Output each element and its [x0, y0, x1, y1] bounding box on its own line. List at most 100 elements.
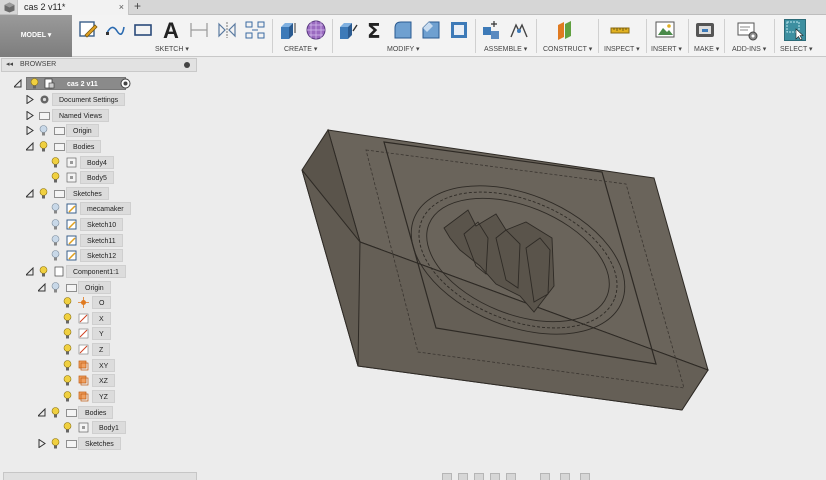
fillet-icon[interactable] — [392, 19, 414, 41]
app-cube-icon[interactable] — [4, 2, 15, 13]
create-sketch-icon[interactable] — [77, 19, 99, 41]
tree-node-origin[interactable]: Origin — [26, 124, 116, 137]
comments-panel-header[interactable] — [3, 472, 197, 480]
visibility-bulb-icon[interactable] — [63, 313, 72, 324]
visibility-bulb-icon[interactable] — [63, 422, 72, 433]
expanded-triangle-icon[interactable] — [38, 283, 46, 292]
extrude-icon[interactable] — [277, 19, 299, 41]
tree-node-body1[interactable]: Body1 — [62, 421, 132, 434]
tree-node-document-settings[interactable]: Document Settings — [26, 93, 126, 106]
collapsed-triangle-icon[interactable] — [26, 95, 34, 104]
select-tool-button[interactable] — [784, 19, 806, 41]
visibility-bulb-icon[interactable] — [51, 438, 60, 449]
tree-node-mecamaker[interactable]: mecamaker — [50, 202, 140, 215]
expanded-triangle-icon[interactable] — [14, 79, 22, 88]
tree-node-y-axis[interactable]: Y — [62, 327, 112, 340]
tree-node-sketch10[interactable]: Sketch10 — [50, 218, 130, 231]
tree-node-bodies[interactable]: Bodies — [26, 140, 116, 153]
offset-plane-icon[interactable] — [554, 19, 576, 41]
visibility-bulb-icon[interactable] — [39, 141, 48, 152]
visibility-bulb-icon[interactable] — [63, 344, 72, 355]
tree-node-yz-plane[interactable]: YZ — [62, 390, 117, 403]
display-settings-icon[interactable] — [540, 473, 550, 480]
tree-node-sketch12[interactable]: Sketch12 — [50, 249, 130, 262]
activate-radio-icon[interactable] — [120, 78, 131, 89]
visibility-bulb-off-icon[interactable] — [51, 203, 60, 214]
orbit-icon[interactable] — [442, 473, 452, 480]
visibility-bulb-icon[interactable] — [51, 172, 60, 183]
visibility-bulb-icon[interactable] — [51, 157, 60, 168]
tree-node-component-sketches[interactable]: Sketches — [38, 437, 128, 450]
fit-icon[interactable] — [506, 473, 516, 480]
line-icon[interactable] — [104, 19, 126, 41]
sketch-menu[interactable]: SKETCH — [155, 45, 189, 53]
tree-node-named-views[interactable]: Named Views — [26, 109, 116, 122]
viewports-icon[interactable] — [580, 473, 590, 480]
new-component-icon[interactable] — [480, 19, 502, 41]
joint-icon[interactable] — [508, 19, 530, 41]
visibility-bulb-icon[interactable] — [63, 360, 72, 371]
panel-pin-icon[interactable] — [184, 62, 190, 68]
shell-icon[interactable] — [448, 19, 470, 41]
new-tab-button[interactable]: + — [134, 0, 141, 14]
addins-menu[interactable]: ADD-INS — [732, 45, 766, 53]
modify-menu[interactable]: MODIFY — [387, 45, 420, 53]
3d-print-icon[interactable] — [694, 19, 716, 41]
visibility-bulb-off-icon[interactable] — [51, 282, 60, 293]
expanded-triangle-icon[interactable] — [26, 142, 34, 151]
chamfer-icon[interactable] — [420, 19, 442, 41]
tree-node-sketch11[interactable]: Sketch11 — [50, 234, 130, 247]
tree-node-sketches[interactable]: Sketches — [26, 187, 116, 200]
visibility-bulb-icon[interactable] — [39, 188, 48, 199]
tree-node-xy-plane[interactable]: XY — [62, 359, 117, 372]
inspect-menu[interactable]: INSPECT — [604, 45, 640, 53]
expanded-triangle-icon[interactable] — [26, 267, 34, 276]
press-pull-icon[interactable] — [337, 19, 359, 41]
workspace-switcher-button[interactable]: MODEL ▾ — [0, 15, 72, 57]
select-menu[interactable]: SELECT — [780, 45, 813, 53]
sigma-icon[interactable]: Σ — [364, 19, 386, 41]
tree-node-origin-point[interactable]: O — [62, 296, 112, 309]
assemble-menu[interactable]: ASSEMBLE — [484, 45, 527, 53]
visibility-bulb-icon[interactable] — [30, 78, 39, 89]
sketch-pattern-icon[interactable] — [244, 19, 266, 41]
collapsed-triangle-icon[interactable] — [38, 439, 46, 448]
collapse-panel-icon[interactable]: ◂◂ — [6, 60, 13, 68]
tree-node-component-bodies[interactable]: Bodies — [38, 406, 118, 419]
text-icon[interactable]: A — [160, 19, 182, 41]
visibility-bulb-icon[interactable] — [63, 391, 72, 402]
make-menu[interactable]: MAKE — [694, 45, 719, 53]
expanded-triangle-icon[interactable] — [38, 408, 46, 417]
document-tab[interactable]: cas 2 v11* × — [17, 0, 129, 15]
rectangle-icon[interactable] — [132, 19, 154, 41]
expanded-triangle-icon[interactable] — [26, 189, 34, 198]
tree-node-x-axis[interactable]: X — [62, 312, 112, 325]
look-at-icon[interactable] — [458, 473, 468, 480]
construct-menu[interactable]: CONSTRUCT — [543, 45, 592, 53]
zoom-icon[interactable] — [490, 473, 500, 480]
visibility-bulb-icon[interactable] — [51, 407, 60, 418]
canvas-3d-model[interactable] — [300, 126, 710, 416]
mirror-icon[interactable] — [216, 19, 238, 41]
tree-node-z-axis[interactable]: Z — [62, 343, 112, 356]
visibility-bulb-icon[interactable] — [39, 266, 48, 277]
visibility-bulb-off-icon[interactable] — [39, 125, 48, 136]
create-menu[interactable]: CREATE — [284, 45, 317, 53]
visibility-bulb-off-icon[interactable] — [51, 235, 60, 246]
visibility-bulb-icon[interactable] — [63, 297, 72, 308]
insert-image-icon[interactable] — [654, 19, 676, 41]
tree-node-body5[interactable]: Body5 — [50, 171, 120, 184]
tree-node-component-origin[interactable]: Origin — [38, 281, 128, 294]
visibility-bulb-icon[interactable] — [63, 375, 72, 386]
insert-menu[interactable]: INSERT — [651, 45, 682, 53]
tree-node-body4[interactable]: Body4 — [50, 156, 120, 169]
tree-root-node[interactable]: cas 2 v11 — [14, 77, 134, 90]
visibility-bulb-off-icon[interactable] — [51, 219, 60, 230]
scripts-addins-icon[interactable] — [736, 19, 758, 41]
collapsed-triangle-icon[interactable] — [26, 126, 34, 135]
pan-icon[interactable] — [474, 473, 484, 480]
close-tab-icon[interactable]: × — [119, 0, 124, 15]
visibility-bulb-off-icon[interactable] — [51, 250, 60, 261]
measure-icon[interactable] — [609, 19, 631, 41]
tree-node-component1[interactable]: Component1:1 — [26, 265, 136, 278]
